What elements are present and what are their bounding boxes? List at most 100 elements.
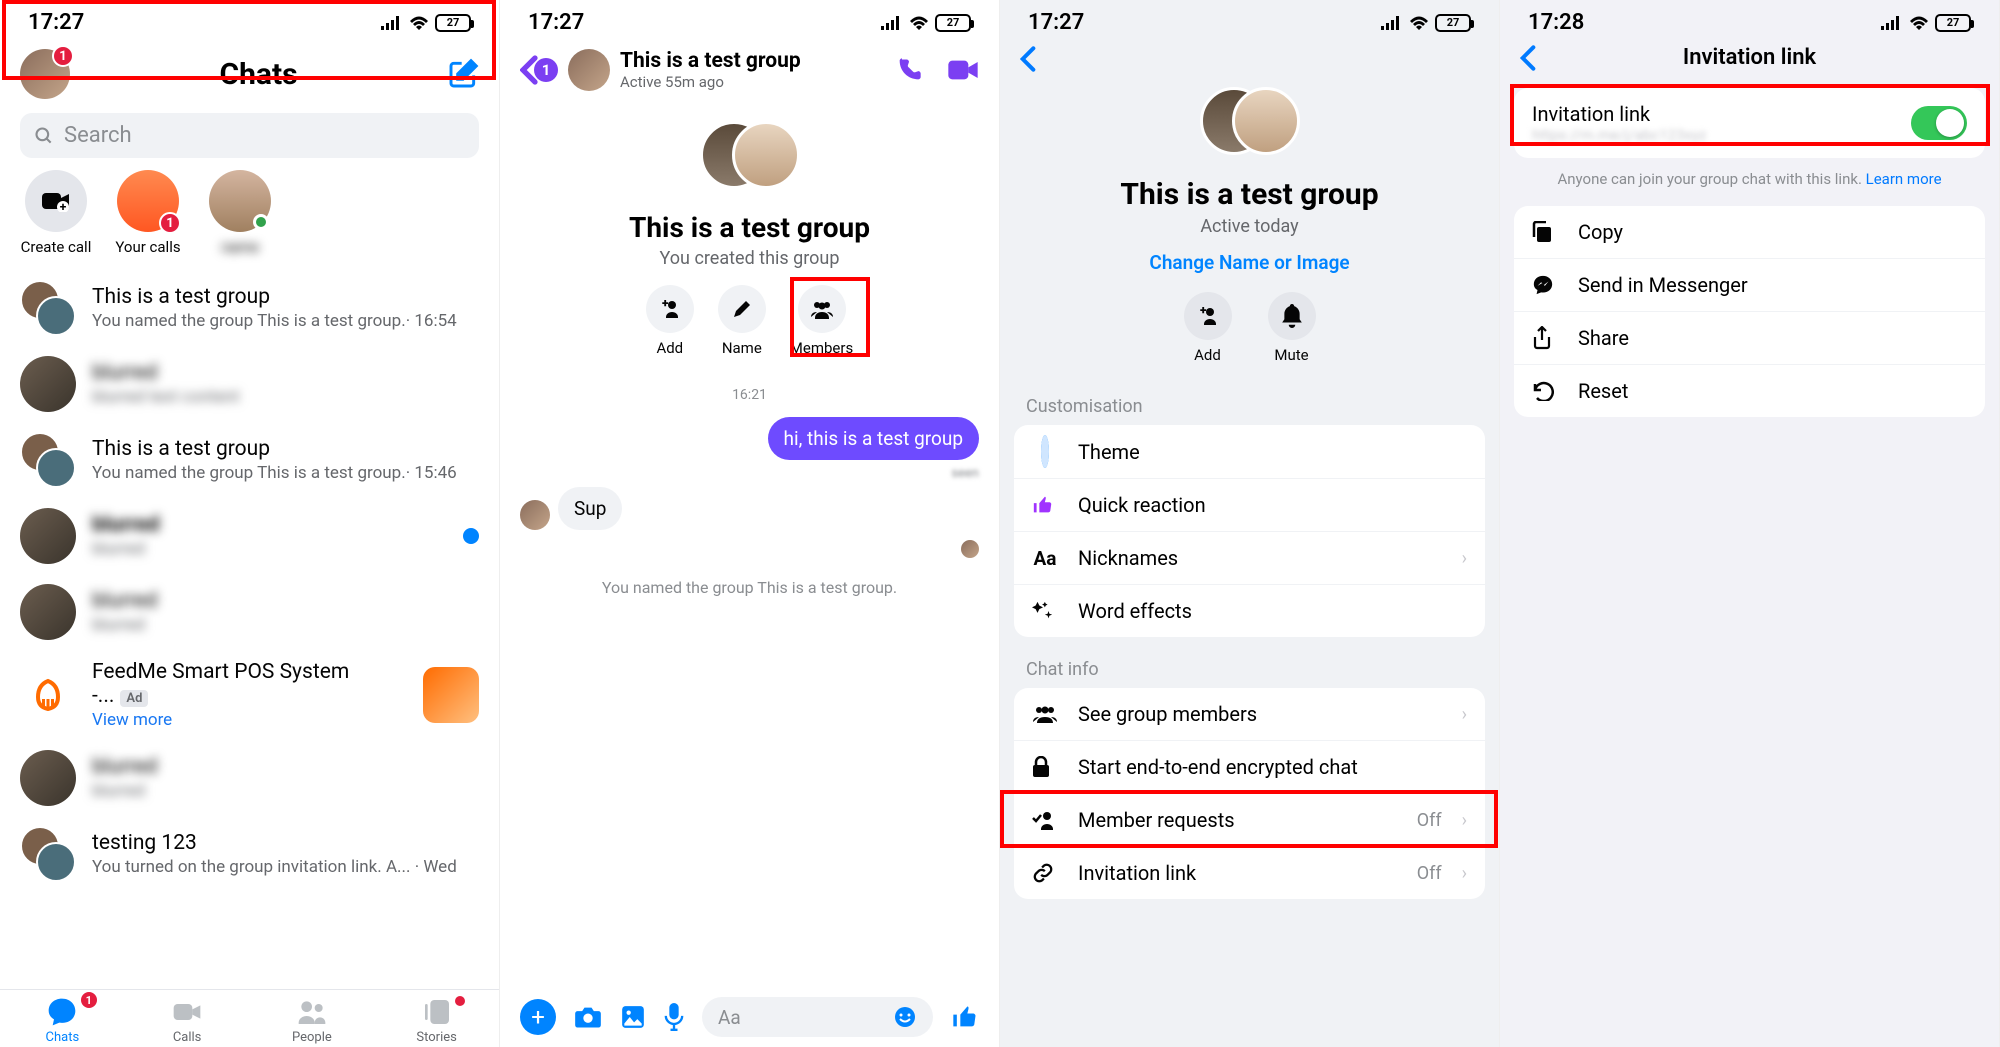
- see-members-row[interactable]: See group members ›: [1014, 688, 1485, 741]
- chat-item-ad[interactable]: FeedMe Smart POS System -...Ad View more: [0, 650, 499, 740]
- active-contact[interactable]: name: [204, 170, 276, 256]
- chat-item[interactable]: testing 123 You turned on the group invi…: [0, 816, 499, 892]
- tab-stories[interactable]: Stories: [374, 996, 499, 1045]
- status-indicators: 27: [1381, 14, 1471, 32]
- svg-text:+: +: [60, 200, 67, 212]
- status-indicators: 27: [1881, 14, 1971, 32]
- message-area: 16:21 hi, this is a test group seen Sup …: [500, 369, 999, 987]
- wifi-icon: [1409, 16, 1429, 30]
- search-input[interactable]: Search: [20, 113, 479, 158]
- microphone-icon[interactable]: [664, 1003, 684, 1031]
- cellular-icon: [1881, 16, 1903, 30]
- chat-item[interactable]: blurred blurred: [0, 498, 499, 574]
- reset-icon: [1532, 381, 1558, 401]
- people-icon: [296, 996, 328, 1028]
- group-avatar-icon: [20, 280, 76, 336]
- camera-icon[interactable]: [574, 1005, 602, 1029]
- back-button[interactable]: [1520, 44, 1536, 72]
- add-button[interactable]: + Add: [1184, 292, 1232, 364]
- seen-avatar-icon: [961, 540, 979, 558]
- page-title: Invitation link: [1520, 45, 1979, 70]
- member-requests-row[interactable]: Member requests Off ›: [1014, 794, 1485, 847]
- copy-row[interactable]: Copy: [1514, 206, 1985, 259]
- profile-avatar[interactable]: 1: [20, 49, 70, 99]
- back-button[interactable]: [1000, 41, 1499, 77]
- chat-item[interactable]: This is a test group You named the group…: [0, 270, 499, 346]
- chat-item[interactable]: blurred blurred text content: [0, 346, 499, 422]
- add-person-icon: +: [646, 285, 694, 333]
- group-hero: This is a test group You created this gr…: [500, 99, 999, 369]
- story-avatar: 1: [117, 170, 179, 232]
- quick-reaction-row[interactable]: Quick reaction: [1014, 479, 1485, 532]
- svg-text:+: +: [1200, 304, 1207, 317]
- tab-calls[interactable]: Calls: [125, 996, 250, 1045]
- wifi-icon: [1909, 16, 1929, 30]
- theme-icon: [1032, 439, 1058, 464]
- svg-text:+: +: [662, 297, 669, 310]
- message-outgoing[interactable]: hi, this is a test group: [520, 417, 979, 460]
- emoji-icon[interactable]: [893, 1005, 917, 1029]
- chevron-right-icon: ›: [1462, 548, 1467, 569]
- your-calls-button[interactable]: 1 Your calls: [112, 170, 184, 256]
- tab-bar: 1 Chats Calls People Stories: [0, 989, 499, 1047]
- status-time: 17:27: [1028, 10, 1084, 35]
- send-messenger-row[interactable]: Send in Messenger: [1514, 259, 1985, 312]
- change-name-link[interactable]: Change Name or Image: [1149, 251, 1349, 274]
- stories-icon: [421, 996, 453, 1028]
- chat-item[interactable]: blurred blurred: [0, 574, 499, 650]
- notification-badge: 1: [52, 45, 74, 67]
- more-actions-icon[interactable]: +: [520, 999, 556, 1035]
- members-button[interactable]: Members: [790, 285, 853, 357]
- chevron-right-icon: ›: [1462, 810, 1467, 831]
- mute-button[interactable]: Mute: [1268, 292, 1316, 364]
- message-incoming[interactable]: Sup: [520, 487, 979, 530]
- video-call-icon[interactable]: [947, 56, 979, 84]
- chat-item[interactable]: This is a test group You named the group…: [0, 422, 499, 498]
- section-customisation: Customisation: [1000, 374, 1499, 425]
- audio-call-icon[interactable]: [895, 56, 923, 84]
- nicknames-row[interactable]: Aa Nicknames ›: [1014, 532, 1485, 585]
- status-bar: 17:27 27: [1000, 0, 1499, 41]
- name-button[interactable]: Name: [718, 285, 766, 357]
- chat-item[interactable]: blurred blurred: [0, 740, 499, 816]
- invitation-toggle-card: Invitation link https://m.me/j/abc123xyz: [1514, 88, 1985, 158]
- thumbs-up-icon[interactable]: [951, 1003, 979, 1031]
- gallery-icon[interactable]: [620, 1004, 646, 1030]
- share-row[interactable]: Share: [1514, 312, 1985, 365]
- header-avatar[interactable]: [568, 49, 610, 91]
- customisation-card: Theme Quick reaction Aa Nicknames › Word…: [1014, 425, 1485, 637]
- notification-dot-icon: [455, 996, 465, 1006]
- message-input[interactable]: Aa: [702, 997, 933, 1037]
- learn-more-link[interactable]: Learn more: [1866, 170, 1942, 188]
- chat-info-card: See group members › Start end-to-end enc…: [1014, 688, 1485, 899]
- group-avatar-icon: [20, 432, 76, 488]
- header-info[interactable]: This is a test group Active 55m ago: [620, 49, 885, 91]
- helper-text: Anyone can join your group chat with thi…: [1520, 170, 1979, 188]
- reset-row[interactable]: Reset: [1514, 365, 1985, 417]
- status-time: 17:27: [28, 10, 84, 35]
- status-indicators: 27: [381, 14, 471, 32]
- tab-chats[interactable]: 1 Chats: [0, 996, 125, 1045]
- conversation-header: 1 This is a test group Active 55m ago: [500, 41, 999, 99]
- add-button[interactable]: + Add: [646, 285, 694, 357]
- wifi-icon: [409, 16, 429, 30]
- copy-icon: [1532, 221, 1558, 243]
- tab-people[interactable]: People: [250, 996, 375, 1045]
- compose-icon[interactable]: [447, 58, 479, 90]
- encrypted-chat-row[interactable]: Start end-to-end encrypted chat: [1014, 741, 1485, 794]
- members-icon: [798, 285, 846, 333]
- wifi-icon: [909, 16, 929, 30]
- group-avatars-icon: [700, 111, 800, 201]
- video-plus-icon: +: [25, 170, 87, 232]
- messenger-icon: [1532, 274, 1558, 296]
- invitation-toggle[interactable]: [1911, 106, 1967, 140]
- invitation-link-row[interactable]: Invitation link Off ›: [1014, 847, 1485, 899]
- word-effects-row[interactable]: Word effects: [1014, 585, 1485, 637]
- battery-icon: 27: [1435, 14, 1471, 32]
- status-time: 17:28: [1528, 10, 1584, 35]
- create-call-button[interactable]: + Create call: [20, 170, 92, 256]
- theme-row[interactable]: Theme: [1014, 425, 1485, 479]
- like-icon: [1032, 494, 1058, 516]
- bell-icon: [1268, 292, 1316, 340]
- back-button[interactable]: 1: [520, 55, 558, 85]
